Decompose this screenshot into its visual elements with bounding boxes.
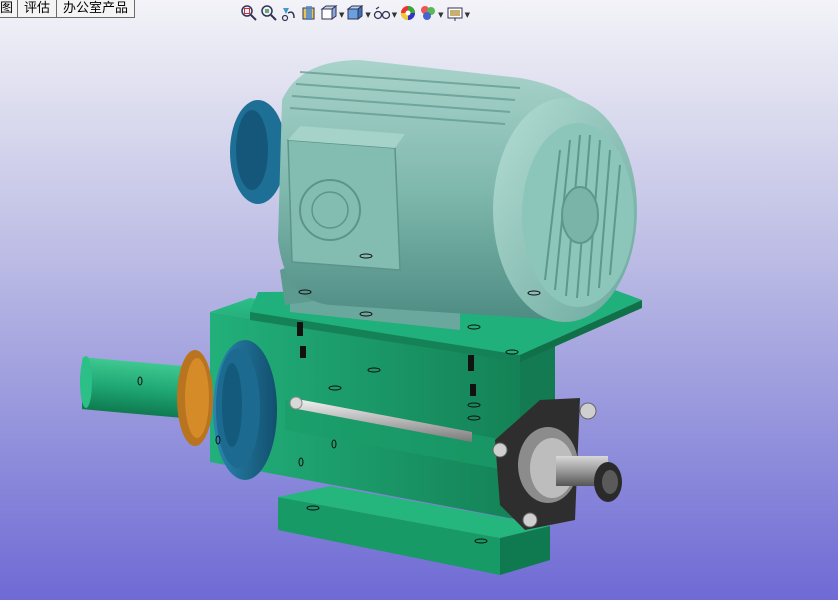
edit-appearance-icon <box>401 6 416 20</box>
view-settings-icon <box>447 7 463 21</box>
previous-view-button[interactable] <box>280 3 298 23</box>
tab-evaluate[interactable]: 评估 <box>18 0 58 18</box>
section-view-button[interactable] <box>300 3 318 23</box>
chevron-down-icon: ▼ <box>365 10 371 19</box>
zoom-to-area-icon <box>261 5 277 21</box>
zoom-to-fit-icon <box>241 5 257 21</box>
zoom-to-fit-button[interactable] <box>240 3 258 23</box>
view-orientation-icon <box>320 5 338 20</box>
section-view-icon <box>302 6 315 20</box>
previous-view-icon <box>281 8 295 22</box>
command-manager-tabs: 图 评估 办公室产品 <box>0 0 136 18</box>
chevron-down-icon: ▼ <box>438 10 444 19</box>
display-style-button[interactable]: ▼ <box>346 3 371 23</box>
graphics-viewport[interactable] <box>0 0 838 600</box>
chevron-down-icon: ▼ <box>391 10 398 19</box>
tab-office-products[interactable]: 办公室产品 <box>57 0 136 18</box>
apply-scene-button[interactable]: ▼ <box>419 3 444 23</box>
tab-drawing[interactable]: 图 <box>0 0 19 18</box>
heads-up-view-toolbar: ▼ ▼ ▼ ▼ ▼ <box>240 2 472 24</box>
hide-show-items-button[interactable]: ▼ <box>373 3 397 23</box>
hide-show-items-icon <box>373 6 390 20</box>
edit-appearance-button[interactable] <box>399 3 417 23</box>
display-style-icon <box>346 5 364 20</box>
terminal-box <box>287 139 401 271</box>
chevron-down-icon: ▼ <box>464 10 470 19</box>
chevron-down-icon: ▼ <box>339 10 345 19</box>
view-orientation-button[interactable]: ▼ <box>320 3 344 23</box>
zoom-to-area-button[interactable] <box>260 3 278 23</box>
apply-scene-icon <box>421 6 436 20</box>
view-settings-button[interactable]: ▼ <box>446 3 470 23</box>
